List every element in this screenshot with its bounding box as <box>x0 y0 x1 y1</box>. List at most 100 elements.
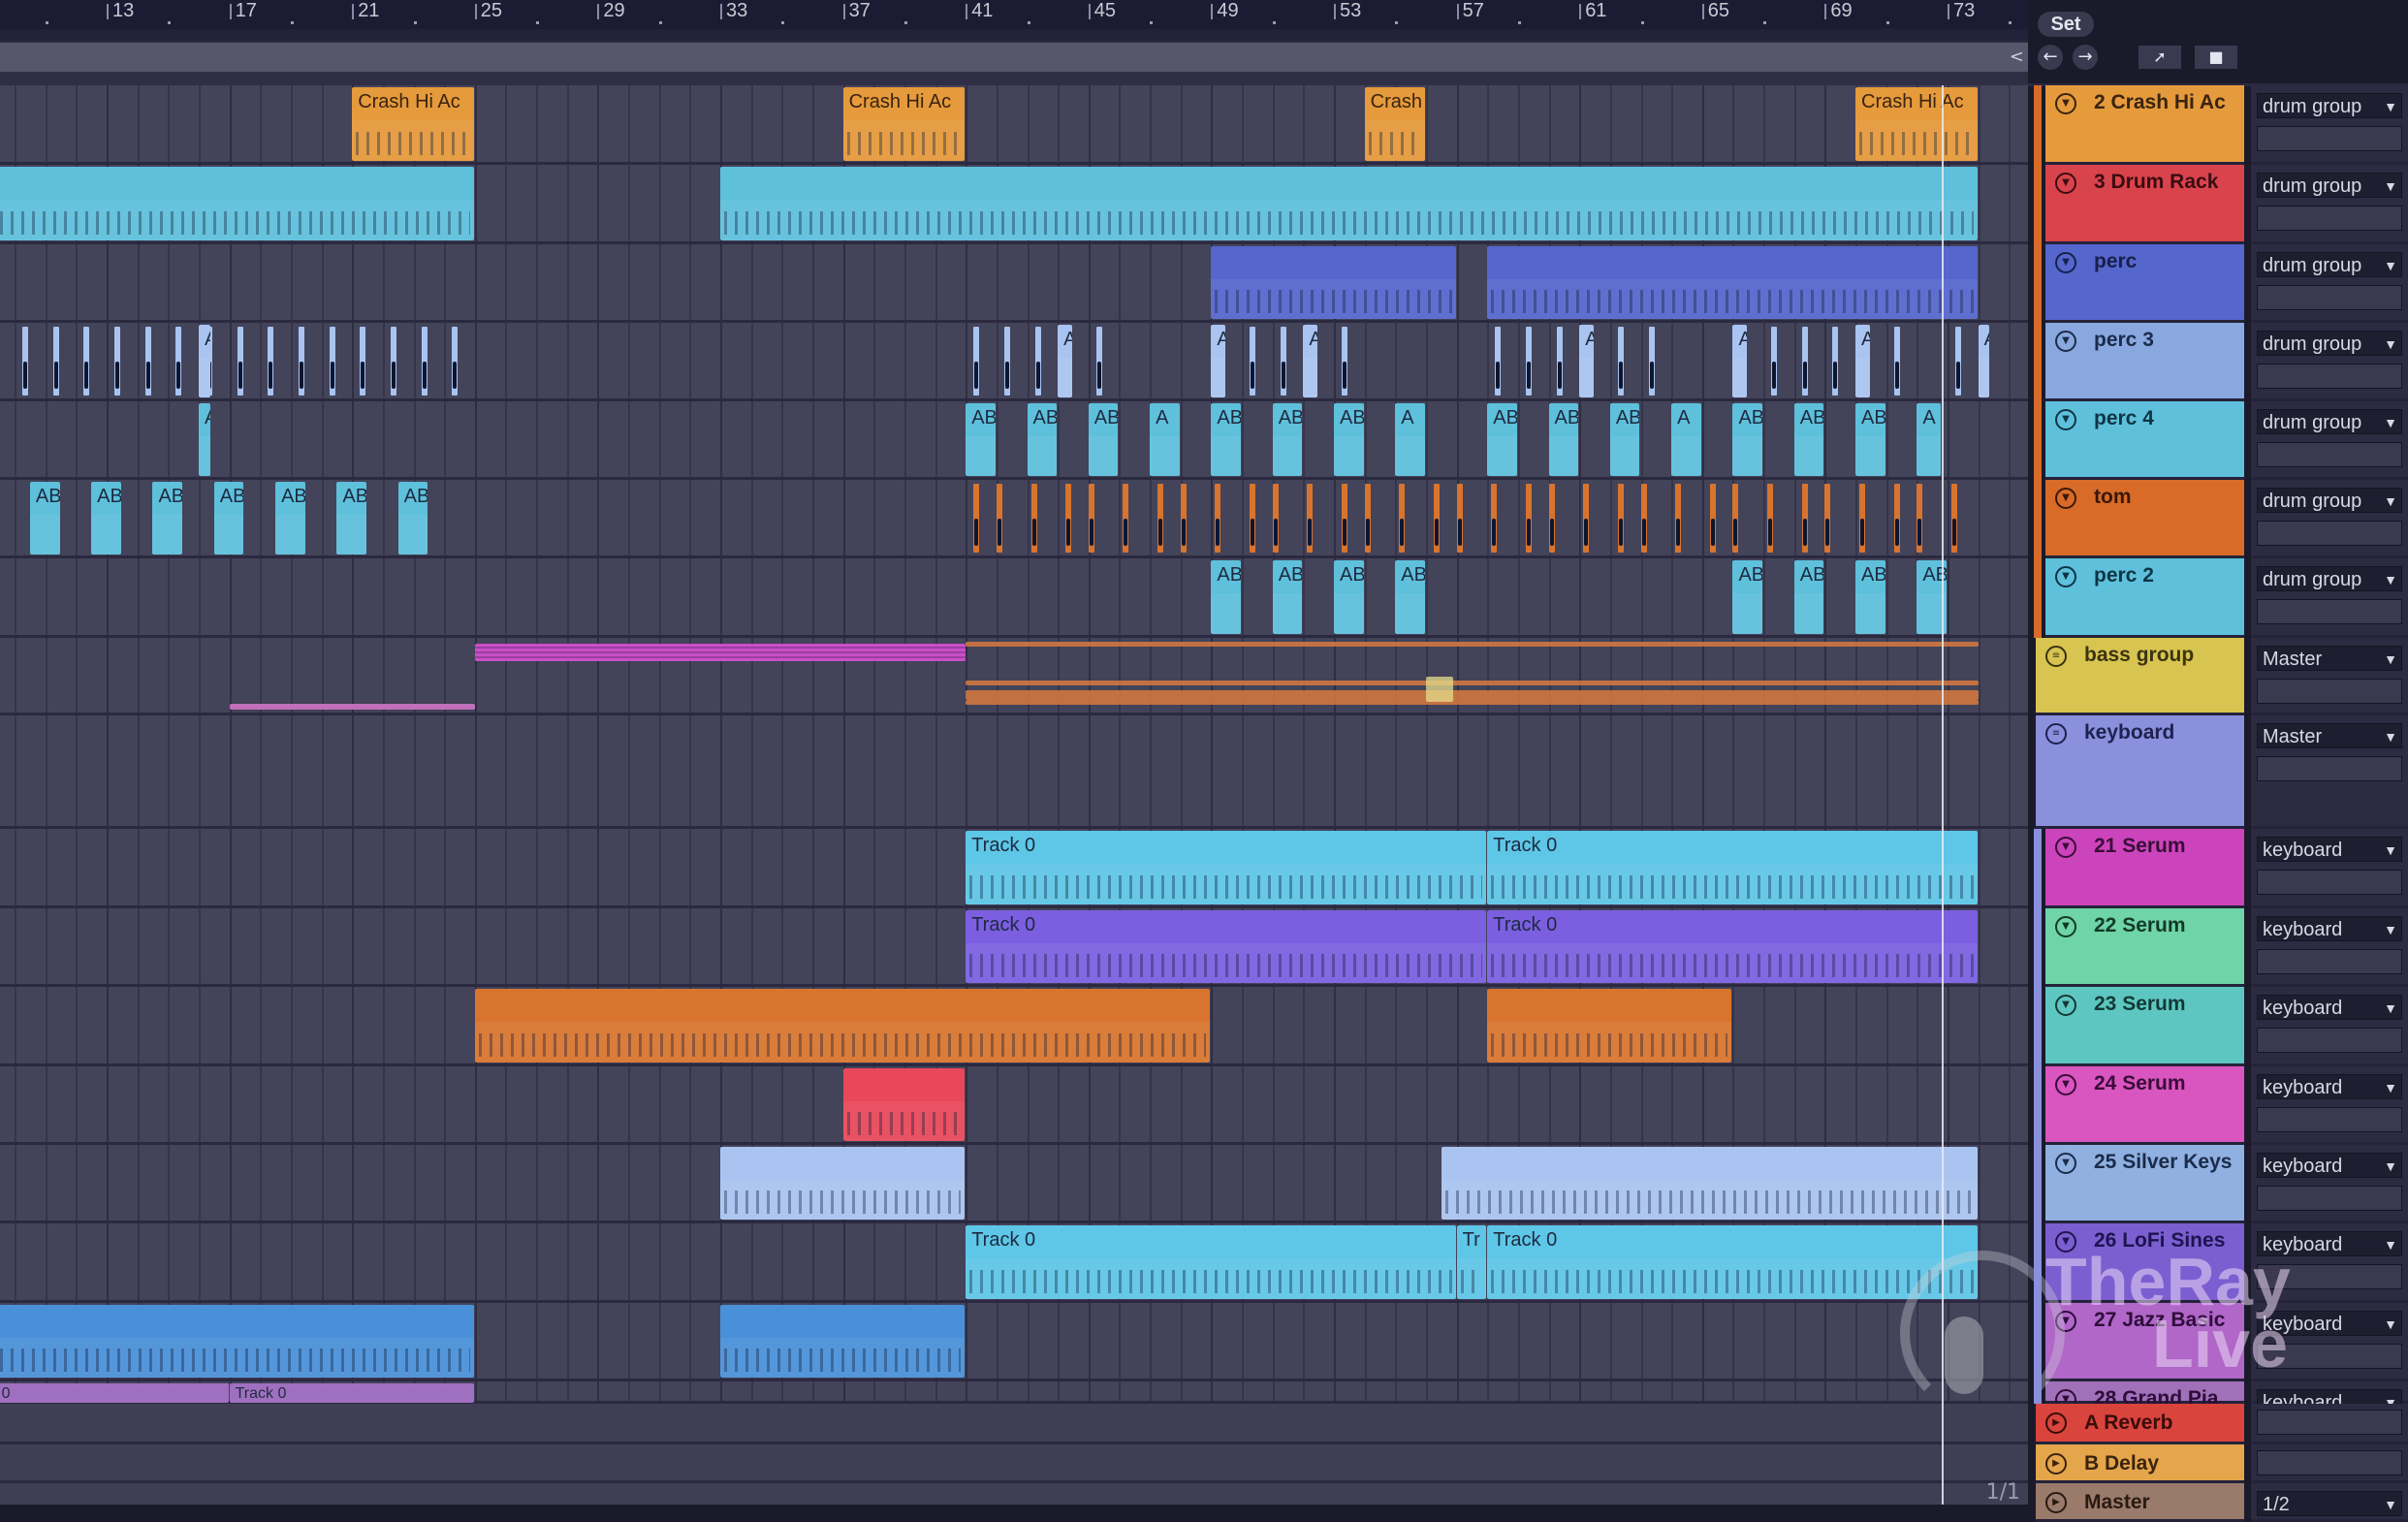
track-header-tom[interactable]: ▼ tom <box>2045 480 2244 558</box>
perc-hit[interactable] <box>452 327 459 396</box>
send-field[interactable] <box>2257 1450 2402 1475</box>
output-routing-select[interactable]: 1/2 ▼ <box>2257 1491 2402 1516</box>
track-header-bassgroup[interactable]: ≡ bass group <box>2036 638 2244 715</box>
clip[interactable]: Track 0 <box>229 1383 474 1403</box>
set-button[interactable]: Set <box>2038 12 2094 37</box>
tom-hit[interactable] <box>1893 484 1900 553</box>
tom-hit[interactable] <box>1215 484 1221 553</box>
clip[interactable] <box>1487 246 1978 319</box>
perc-hit[interactable] <box>1955 327 1961 396</box>
clip[interactable]: AB <box>91 482 121 555</box>
perc-hit[interactable] <box>144 327 151 396</box>
perc-hit[interactable] <box>1525 327 1532 396</box>
tom-hit[interactable] <box>1399 484 1406 553</box>
track-header-lofisines[interactable]: ▼ 26 LoFi Sines <box>2045 1223 2244 1303</box>
clip[interactable]: Crash Hi Ac <box>352 87 474 161</box>
clip[interactable]: AB <box>1609 403 1640 476</box>
loop-brace-bar[interactable]: < <box>0 41 2028 74</box>
input-field[interactable] <box>2257 285 2402 310</box>
tom-hit[interactable] <box>1951 484 1957 553</box>
track-header-bdelay[interactable]: ▶ B Delay <box>2036 1444 2244 1483</box>
bass-clip[interactable] <box>229 704 475 710</box>
track-name[interactable]: bass group <box>2084 644 2194 667</box>
track-lane-areverb[interactable] <box>0 1404 2028 1444</box>
track-header-perc2[interactable]: ▼ perc 2 <box>2045 558 2244 638</box>
perc-hit[interactable] <box>1280 327 1286 396</box>
clip[interactable]: AB <box>1548 403 1579 476</box>
clip[interactable]: AB <box>1732 560 1763 634</box>
tom-hit[interactable] <box>1250 484 1256 553</box>
input-field[interactable] <box>2257 1344 2402 1369</box>
output-routing-select[interactable]: keyboard ▼ <box>2257 1074 2402 1099</box>
bass-clip-line[interactable] <box>966 690 1979 700</box>
clip[interactable]: A <box>1058 325 1072 397</box>
clip[interactable]: AB <box>1855 560 1885 634</box>
track-header-serum21[interactable]: ▼ 21 Serum <box>2045 829 2244 908</box>
collapse-triangle-icon[interactable]: ▼ <box>2055 331 2076 352</box>
tom-hit[interactable] <box>1583 484 1590 553</box>
track-header-perc3[interactable]: ▼ perc 3 <box>2045 323 2244 401</box>
collapse-triangle-icon[interactable]: ▼ <box>2055 1074 2076 1095</box>
track-lane-serum24[interactable] <box>0 1066 2028 1145</box>
collapse-triangle-icon[interactable]: ▼ <box>2055 488 2076 509</box>
output-routing-select[interactable]: drum group ▼ <box>2257 173 2402 198</box>
perc-hit[interactable] <box>237 327 243 396</box>
output-routing-select[interactable]: Master ▼ <box>2257 723 2402 748</box>
clip[interactable]: AB <box>1334 560 1364 634</box>
clip[interactable]: Track 0 <box>0 1383 229 1403</box>
track-name[interactable]: perc <box>2094 250 2137 273</box>
track-name[interactable]: 3 Drum Rack <box>2094 171 2218 194</box>
clip[interactable]: AB <box>275 482 305 555</box>
clip[interactable] <box>1211 246 1456 319</box>
tom-hit[interactable] <box>1088 484 1094 553</box>
perc-hit[interactable] <box>360 327 366 396</box>
track-lane-crash[interactable] <box>0 85 2028 165</box>
track-name[interactable]: keyboard <box>2084 721 2174 745</box>
clip[interactable]: AB <box>152 482 183 555</box>
perc-hit[interactable] <box>329 327 335 396</box>
track-name[interactable]: perc 3 <box>2094 329 2154 352</box>
group-icon[interactable]: ≡ <box>2045 723 2067 745</box>
track-name[interactable]: 23 Serum <box>2094 993 2186 1016</box>
collapse-triangle-icon[interactable]: ▼ <box>2055 1153 2076 1174</box>
clip[interactable]: A <box>1150 403 1180 476</box>
track-header-perc4[interactable]: ▼ perc 4 <box>2045 401 2244 480</box>
output-routing-select[interactable]: keyboard ▼ <box>2257 995 2402 1020</box>
clip[interactable]: AB <box>1211 403 1242 476</box>
perc-hit[interactable] <box>22 327 29 396</box>
track-name[interactable]: 2 Crash Hi Ac <box>2094 91 2226 114</box>
tom-hit[interactable] <box>1525 484 1532 553</box>
arrow-right-icon[interactable]: → <box>2073 45 2098 70</box>
clip[interactable]: Track 0 <box>966 1225 1456 1299</box>
perc-hit[interactable] <box>390 327 396 396</box>
track-name[interactable]: tom <box>2094 486 2132 509</box>
output-routing-select[interactable]: drum group ▼ <box>2257 566 2402 591</box>
track-header-serum23[interactable]: ▼ 23 Serum <box>2045 987 2244 1066</box>
clip[interactable]: AB <box>1855 403 1885 476</box>
output-routing-select[interactable]: keyboard ▼ <box>2257 916 2402 941</box>
track-name[interactable]: 26 LoFi Sines <box>2094 1229 2225 1252</box>
track-lane-perc2[interactable] <box>0 558 2028 638</box>
clip[interactable]: A <box>1211 325 1226 397</box>
clip[interactable] <box>720 1147 966 1220</box>
clip[interactable]: Track 0 <box>1487 831 1978 904</box>
input-field[interactable] <box>2257 126 2402 151</box>
clip[interactable]: A <box>1855 325 1870 397</box>
clip[interactable]: A <box>1732 325 1748 397</box>
perc-hit[interactable] <box>1034 327 1041 396</box>
track-lane-master[interactable] <box>0 1483 2028 1505</box>
scrub-area[interactable] <box>0 29 2028 41</box>
track-name[interactable]: A Reverb <box>2084 1411 2172 1435</box>
perc-hit[interactable] <box>1617 327 1624 396</box>
input-field[interactable] <box>2257 679 2402 704</box>
perc-hit[interactable] <box>1250 327 1256 396</box>
output-routing-select[interactable]: keyboard ▼ <box>2257 837 2402 862</box>
track-lane-keyboard[interactable] <box>0 715 2028 829</box>
clip[interactable]: AB <box>29 482 60 555</box>
perc-hit[interactable] <box>1342 327 1347 396</box>
clip[interactable] <box>1487 989 1732 1062</box>
clip[interactable]: Track 0 <box>966 831 1487 904</box>
perc-hit[interactable] <box>1771 327 1778 396</box>
tom-hit[interactable] <box>1433 484 1440 553</box>
track-header-serum24[interactable]: ▼ 24 Serum <box>2045 1066 2244 1145</box>
